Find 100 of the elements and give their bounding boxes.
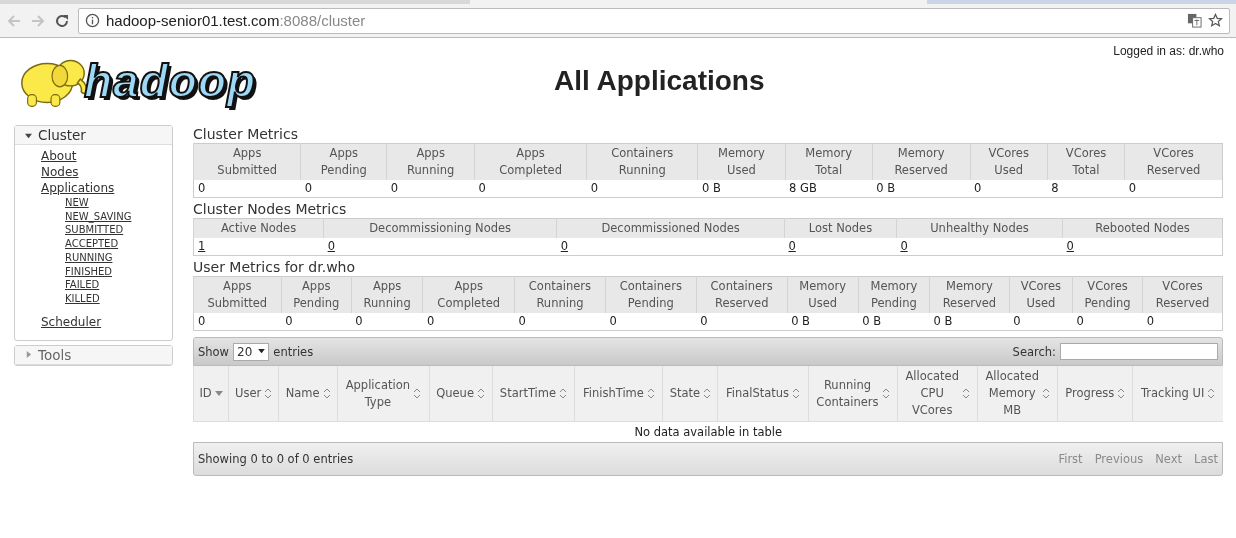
metric-value: 0 <box>700 314 708 328</box>
column-header: VCores Used <box>1009 276 1073 313</box>
column-header: Apps Completed <box>474 143 587 180</box>
sidebar-link[interactable]: Nodes <box>41 164 79 180</box>
section-title: User Metrics for dr.who <box>193 258 357 276</box>
column-header[interactable]: Tracking UI <box>1132 366 1223 422</box>
column-header: Decommissioning Nodes <box>323 218 557 238</box>
metric-value: 0 <box>1128 181 1137 195</box>
column-header[interactable]: Queue <box>429 366 492 422</box>
column-header: Memory Pending <box>858 276 930 313</box>
column-header[interactable]: Allocated Memory MB <box>977 366 1058 422</box>
sidebar-sublink[interactable]: NEW <box>65 196 89 210</box>
expanded-triangle-icon <box>25 131 32 139</box>
column-header: Containers Running <box>514 276 606 313</box>
column-header: Active Nodes <box>193 218 324 238</box>
column-header: Memory Reserved <box>929 276 1010 313</box>
metric-value: 0 <box>1013 314 1021 328</box>
column-header[interactable]: ID <box>193 366 229 422</box>
sidebar-section-header[interactable]: Cluster <box>15 126 172 145</box>
metric-value: 0 <box>355 314 363 328</box>
sidebar-sublink[interactable]: FINISHED <box>65 264 113 279</box>
metric-value: 0 <box>609 314 617 328</box>
metric-value: 0 <box>478 181 486 195</box>
column-header[interactable]: State <box>662 366 718 422</box>
column-header: Memory Used <box>697 143 786 180</box>
login-status: Logged in as: dr.who <box>1113 44 1224 58</box>
metric-value: 0 <box>390 181 399 195</box>
metric-link[interactable]: 1 <box>198 239 206 253</box>
sidebar-sublink[interactable]: ACCEPTED <box>65 237 119 251</box>
sidebar-link[interactable]: About <box>41 148 77 164</box>
reload-icon[interactable] <box>54 12 70 29</box>
metric-value: 0 <box>1076 314 1084 328</box>
empty-message: No data available in table <box>634 425 783 439</box>
entries-label: entries <box>273 344 314 359</box>
sidebar-section-header[interactable]: Tools <box>15 345 172 365</box>
sidebar-link[interactable]: Scheduler <box>41 313 102 330</box>
sidebar-sublink[interactable]: FAILED <box>65 278 100 292</box>
column-header[interactable]: Name <box>278 366 338 422</box>
column-header: Containers Pending <box>605 276 697 313</box>
metric-value: 8 GB <box>789 181 817 195</box>
search-label: Search: <box>1012 344 1056 359</box>
metric-value: 0 B <box>701 181 721 195</box>
section-title: Cluster Metrics <box>193 125 299 143</box>
metric-value: 0 <box>198 181 206 195</box>
metric-value: 0 <box>974 181 982 195</box>
column-header: Containers Running <box>586 143 698 180</box>
metric-value: 0 <box>590 181 598 195</box>
column-header: Rebooted Nodes <box>1062 218 1223 238</box>
metric-value: 0 <box>1146 314 1154 328</box>
info-icon[interactable] <box>85 13 100 28</box>
metric-value: 0 <box>518 314 526 328</box>
column-header: Apps Submitted <box>193 143 301 180</box>
column-header: Apps Completed <box>422 276 515 313</box>
metric-value: 0 B <box>933 314 953 328</box>
url-text: hadoop-senior01.test.com:8088/cluster <box>106 12 366 29</box>
logo-wordmark: hadoop <box>84 53 257 108</box>
sidebar-link[interactable]: Applications <box>41 180 115 196</box>
entries-info: Showing 0 to 0 of 0 entries <box>198 452 354 466</box>
metric-value: 0 <box>198 314 206 328</box>
metric-link[interactable]: 0 <box>900 239 908 253</box>
metric-link[interactable]: 0 <box>788 239 796 253</box>
metric-value: 0 B <box>876 181 896 195</box>
metric-value: 8 <box>1051 181 1059 195</box>
sidebar-sublink[interactable]: KILLED <box>65 291 100 306</box>
column-header: Apps Pending <box>281 276 352 313</box>
translate-icon[interactable] <box>1187 13 1202 28</box>
column-header: VCores Total <box>1047 143 1125 180</box>
metric-value: 0 <box>426 314 435 328</box>
metric-link[interactable]: 0 <box>327 239 335 253</box>
column-header[interactable]: Progress <box>1057 366 1133 422</box>
section-title: Cluster Nodes Metrics <box>193 200 348 218</box>
column-header: Lost Nodes <box>784 218 897 238</box>
column-header: Apps Pending <box>300 143 387 180</box>
column-header[interactable]: Running Containers <box>808 366 898 422</box>
column-header[interactable]: Application Type <box>337 366 430 422</box>
metric-link[interactable]: 0 <box>560 239 569 253</box>
page-size-select[interactable]: 20 <box>233 342 270 361</box>
column-header: Apps Running <box>351 276 423 313</box>
column-header: Unhealthy Nodes <box>896 218 1063 238</box>
metric-link[interactable]: 0 <box>1066 239 1074 253</box>
address-bar[interactable]: hadoop-senior01.test.com:8088/cluster <box>78 7 1230 34</box>
column-header: Memory Used <box>787 276 859 313</box>
column-header[interactable]: Allocated CPU VCores <box>897 366 978 422</box>
collapsed-triangle-icon <box>25 351 32 359</box>
metric-value: 0 <box>285 314 293 328</box>
metric-value: 0 B <box>862 314 882 328</box>
column-header[interactable]: FinishTime <box>574 366 663 422</box>
column-header[interactable]: FinalStatus <box>717 366 809 422</box>
column-header[interactable]: User <box>228 366 279 422</box>
column-header: Memory Reserved <box>872 143 970 180</box>
sidebar-sublink[interactable]: NEW_SAVING <box>65 209 132 224</box>
star-icon[interactable] <box>1208 13 1223 28</box>
column-header: VCores Reserved <box>1124 143 1223 180</box>
column-header: VCores Pending <box>1072 276 1143 313</box>
search-field[interactable] <box>1060 343 1218 360</box>
column-header[interactable]: StartTime <box>492 366 575 422</box>
sidebar-sublink[interactable]: SUBMITTED <box>65 223 124 238</box>
dropdown-caret-icon <box>258 349 266 354</box>
sidebar-sublink[interactable]: RUNNING <box>65 250 113 265</box>
column-header: VCores Used <box>970 143 1048 180</box>
